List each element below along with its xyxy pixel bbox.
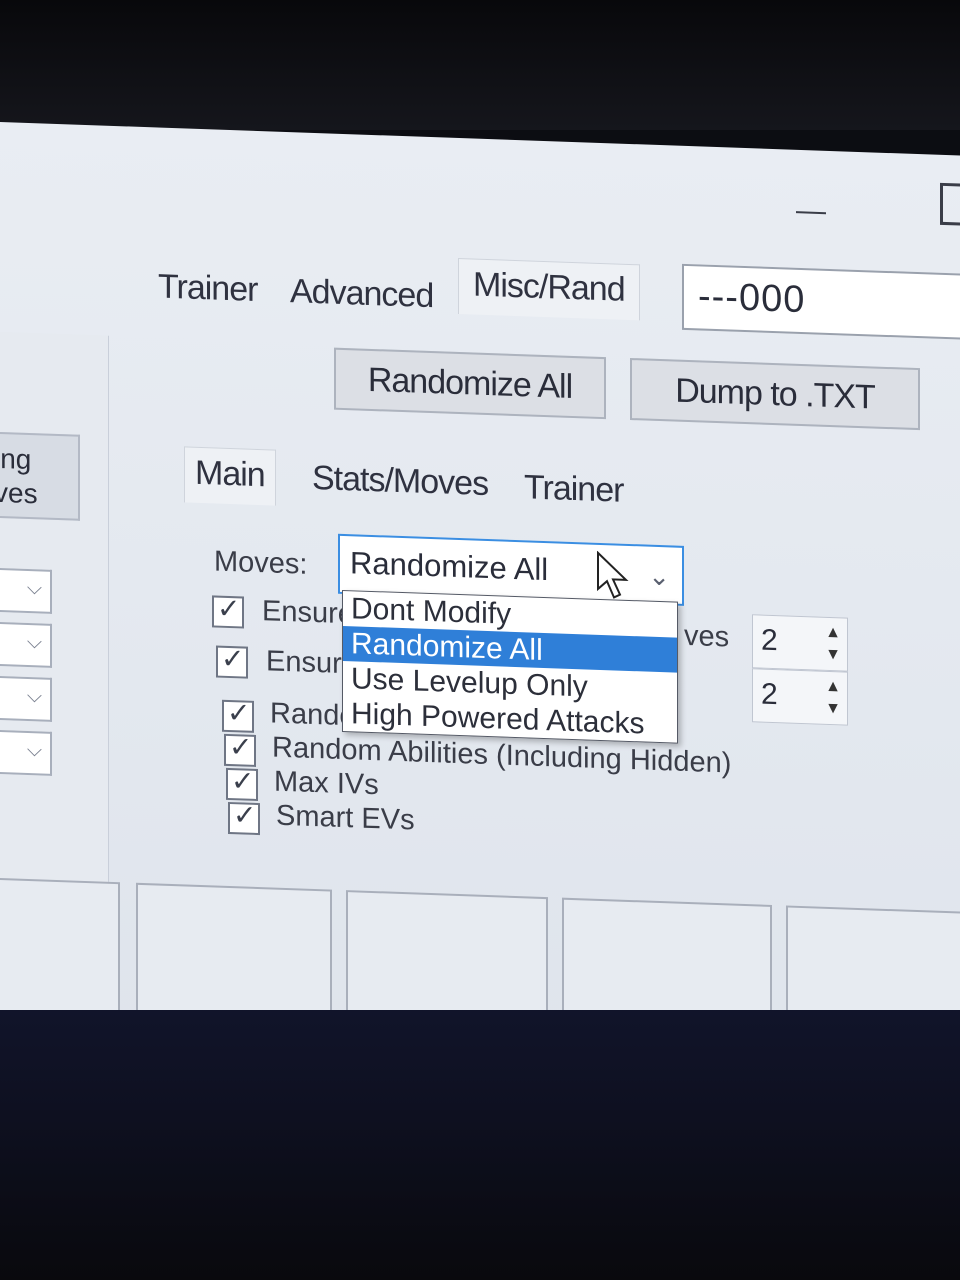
spinner-value-1: 2 — [761, 623, 778, 658]
maximize-button[interactable] — [940, 182, 960, 227]
app-window: — ing ves Trainer Advanced Misc/Rand ---… — [0, 122, 960, 1086]
left-button-label-line2: ves — [0, 476, 38, 510]
tab-advanced[interactable]: Advanced — [290, 272, 433, 316]
up-down-arrows-icon[interactable]: ▲ ▼ — [825, 676, 841, 721]
minimize-button[interactable]: — — [796, 194, 826, 229]
dump-to-txt-button[interactable]: Dump to .TXT — [630, 358, 920, 431]
left-button-label-line1: ing — [0, 442, 32, 476]
ensure-checkbox-1[interactable] — [212, 595, 244, 629]
moves-count-spinner-1[interactable]: 2 ▲ ▼ — [752, 614, 848, 672]
tab-misc-rand[interactable]: Misc/Rand — [458, 257, 640, 321]
left-panel: ing ves — [0, 332, 109, 896]
moves-count-spinner-2[interactable]: 2 ▲ ▼ — [752, 668, 848, 726]
mouse-cursor-icon — [597, 550, 629, 599]
left-dropdown-1[interactable] — [0, 568, 52, 614]
moves-label: Moves: — [214, 545, 308, 581]
ensure-moves-suffix: ves — [684, 619, 730, 654]
left-dropdown-2[interactable] — [0, 622, 52, 668]
left-dropdown-3[interactable] — [0, 676, 52, 722]
smart-evs-label: Smart EVs — [276, 799, 415, 837]
moves-selected-value: Randomize All — [350, 545, 549, 588]
subtab-trainer[interactable]: Trainer — [524, 468, 623, 510]
left-dropdown-4[interactable] — [0, 730, 52, 776]
tab-trainer[interactable]: Trainer — [158, 268, 257, 310]
moves-dropdown-list: Dont Modify Randomize All Use Levelup On… — [342, 589, 678, 744]
ensure-checkbox-2[interactable] — [216, 645, 248, 679]
monitor-bezel-bottom — [0, 1010, 960, 1280]
up-down-arrows-icon[interactable]: ▲ ▼ — [825, 622, 841, 667]
subtab-main[interactable]: Main — [184, 446, 276, 506]
chevron-down-icon[interactable]: ⌄ — [648, 549, 670, 604]
randomize-all-button[interactable]: Randomize All — [334, 347, 606, 420]
spinner-value-2: 2 — [761, 677, 778, 712]
serial-field[interactable]: ---000 — [682, 263, 960, 341]
random-held-items-checkbox[interactable] — [222, 699, 254, 733]
party-slot-1[interactable] — [0, 877, 120, 1019]
subtab-stats-moves[interactable]: Stats/Moves — [312, 459, 488, 504]
monitor-bezel-top — [0, 0, 960, 130]
max-ivs-label: Max IVs — [274, 765, 379, 802]
random-abilities-checkbox[interactable] — [224, 733, 256, 767]
ensure-label-1: Ensure — [262, 595, 354, 631]
left-panel-button[interactable]: ing ves — [0, 432, 80, 521]
party-slot-2[interactable] — [136, 882, 332, 1026]
smart-evs-checkbox[interactable] — [228, 801, 260, 836]
max-ivs-checkbox[interactable] — [226, 767, 258, 802]
